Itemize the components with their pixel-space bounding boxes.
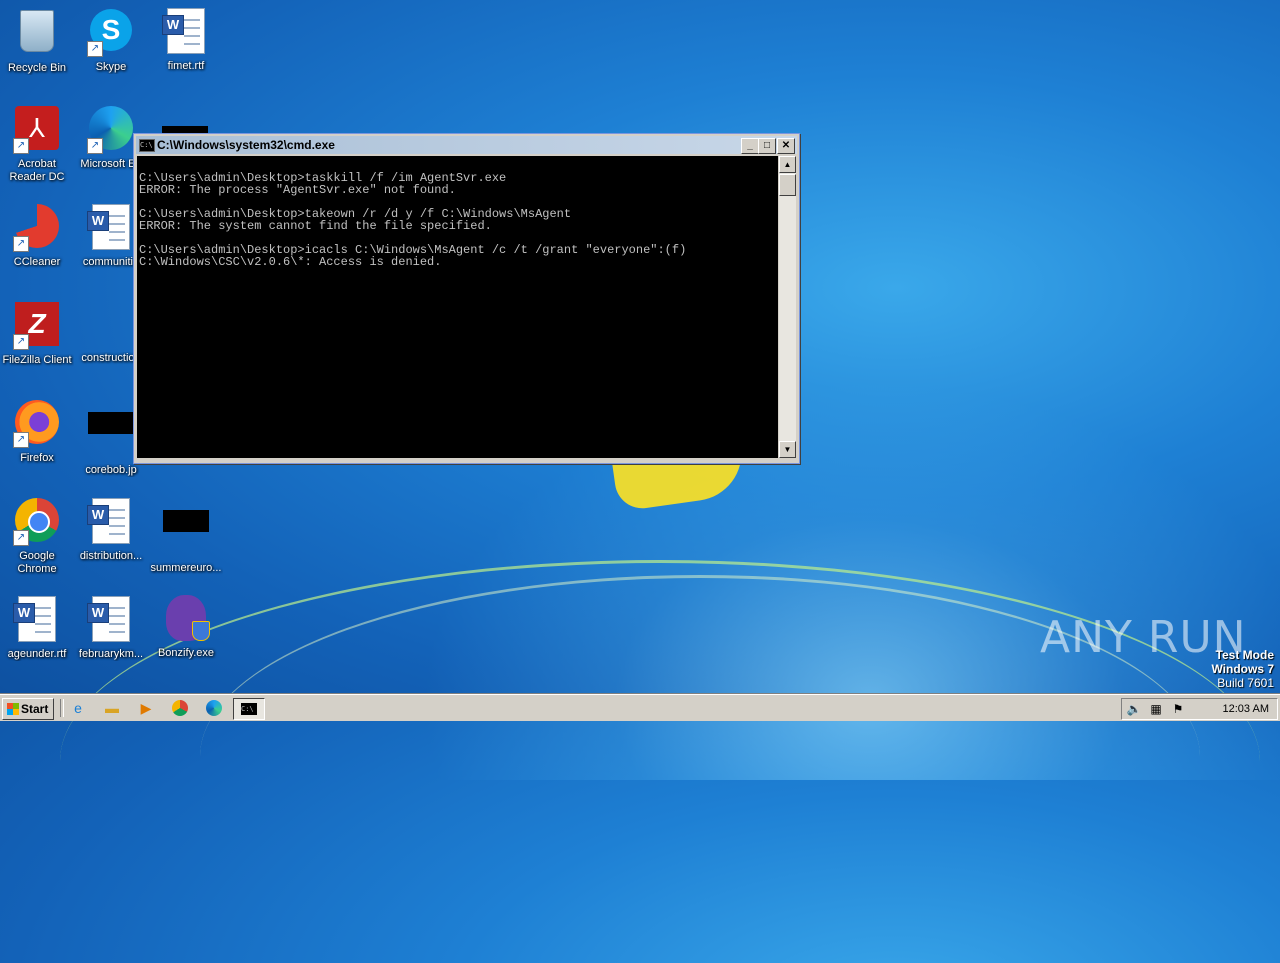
acrobat-icon: ⅄ ↗ [13, 106, 61, 154]
word-document-icon: W [162, 8, 210, 56]
media-player-icon[interactable]: ▶ [136, 699, 156, 717]
edge-taskbar-icon[interactable] [204, 699, 224, 717]
taskbar: Start e ▬ ▶ C:\ 🔈 ▦ ⚑ 12:03 AM [0, 694, 1280, 721]
scroll-up-icon[interactable]: ▲ [779, 156, 796, 173]
scroll-thumb[interactable] [779, 174, 796, 196]
blank-file-icon [87, 300, 135, 348]
desktop-icon-label: CCleaner [13, 256, 61, 268]
taskbar-separator [60, 699, 64, 717]
desktop-icon-skype[interactable]: S ↗ Skype [74, 6, 148, 74]
desktop-icon-ccleaner[interactable]: ↗ CCleaner [0, 202, 74, 269]
start-label: Start [21, 702, 49, 716]
desktop-icon-label: Firefox [20, 452, 54, 464]
close-button[interactable]: ✕ [777, 138, 795, 154]
test-mode-label: Test Mode [1215, 648, 1274, 662]
desktop-icon-label: ageunder.rtf [7, 648, 67, 660]
desktop-icon-distribution[interactable]: W distribution... [74, 496, 148, 563]
desktop-icon-februarykm[interactable]: W februarykm... [74, 594, 148, 661]
recycle-bin-icon [13, 10, 61, 58]
internet-explorer-icon[interactable]: e [68, 699, 88, 717]
firefox-icon: ↗ [13, 400, 61, 448]
desktop-icon-ageunder[interactable]: W ageunder.rtf [0, 594, 74, 661]
os-label: Windows 7 [1211, 662, 1274, 676]
action-center-flag-icon[interactable]: ⚑ [1170, 701, 1186, 717]
test-mode-notice: Test Mode Windows 7 Build 7601 [1211, 648, 1274, 690]
desktop-icon-bonzify[interactable]: Bonzify.exe [149, 594, 223, 660]
desktop-icon-summereuro[interactable]: summereuro... [149, 496, 223, 575]
cmd-window-title: C:\Windows\system32\cmd.exe [157, 138, 335, 152]
cmd-app-icon: C:\ [139, 139, 155, 152]
desktop-icon-label: corebob.jp [85, 464, 137, 476]
image-file-icon [87, 412, 135, 460]
desktop-icon-label: februarykm... [78, 648, 144, 660]
cmd-console[interactable]: C:\Users\admin\Desktop>taskkill /f /im A… [137, 156, 778, 458]
minimize-button[interactable]: _ [741, 138, 759, 154]
desktop-icon-recycle-bin[interactable]: Recycle Bin [0, 6, 74, 75]
desktop-icon-firefox[interactable]: ↗ Firefox [0, 398, 74, 465]
desktop-icon-label: FileZilla Client [2, 354, 72, 366]
filezilla-icon: Z ↗ [13, 302, 61, 350]
desktop-icon-acrobat[interactable]: ⅄ ↗ Acrobat Reader DC [0, 104, 74, 184]
chrome-taskbar-icon[interactable] [170, 699, 190, 717]
word-document-icon: W [13, 596, 61, 644]
image-file-icon [162, 510, 210, 558]
desktop-icon-label: Bonzify.exe [157, 647, 215, 659]
cmd-window[interactable]: C:\ C:\Windows\system32\cmd.exe _ □ ✕ C:… [133, 133, 800, 464]
explorer-folder-icon[interactable]: ▬ [102, 699, 122, 717]
cmd-taskbar-icon: C:\ [241, 703, 257, 715]
desktop-icon-label: fimet.rtf [167, 60, 205, 72]
word-document-icon: W [87, 498, 135, 546]
desktop-icon-chrome[interactable]: ↗ Google Chrome [0, 496, 74, 576]
volume-icon[interactable]: 🔈 [1126, 701, 1142, 717]
build-label: Build 7601 [1217, 676, 1274, 690]
windows-logo-icon [7, 703, 19, 715]
maximize-button[interactable]: □ [758, 138, 776, 154]
word-document-icon: W [87, 204, 135, 252]
desktop-icon-label: distribution... [79, 550, 143, 562]
network-icon[interactable]: ▦ [1148, 701, 1164, 717]
ccleaner-icon: ↗ [13, 204, 61, 252]
desktop-icon-fimet[interactable]: W fimet.rtf [149, 6, 223, 73]
desktop-icon-label: Acrobat Reader DC [9, 158, 65, 183]
taskbar-cmd-button[interactable]: C:\ [233, 698, 265, 720]
clock[interactable]: 12:03 AM [1223, 702, 1269, 716]
cmd-title-bar[interactable]: C:\ C:\Windows\system32\cmd.exe _ □ ✕ [136, 136, 797, 154]
desktop-icon-label: summereuro... [150, 562, 222, 574]
cmd-vertical-scrollbar[interactable]: ▲ ▼ [779, 156, 796, 458]
desktop-icon-label: Skype [95, 61, 127, 73]
edge-icon: ↗ [87, 106, 135, 154]
system-tray: 🔈 ▦ ⚑ 12:03 AM [1121, 698, 1278, 720]
word-document-icon: W [87, 596, 135, 644]
scroll-down-icon[interactable]: ▼ [779, 441, 796, 458]
bonzi-icon [162, 595, 210, 643]
desktop-icon-label: Google Chrome [17, 550, 57, 575]
cmd-output: C:\Users\admin\Desktop>taskkill /f /im A… [139, 171, 687, 269]
desktop-icon-filezilla[interactable]: Z ↗ FileZilla Client [0, 300, 74, 367]
chrome-icon: ↗ [13, 498, 61, 546]
desktop-icon-label: Recycle Bin [7, 62, 67, 74]
skype-icon: S ↗ [87, 9, 135, 57]
start-button[interactable]: Start [2, 698, 54, 720]
